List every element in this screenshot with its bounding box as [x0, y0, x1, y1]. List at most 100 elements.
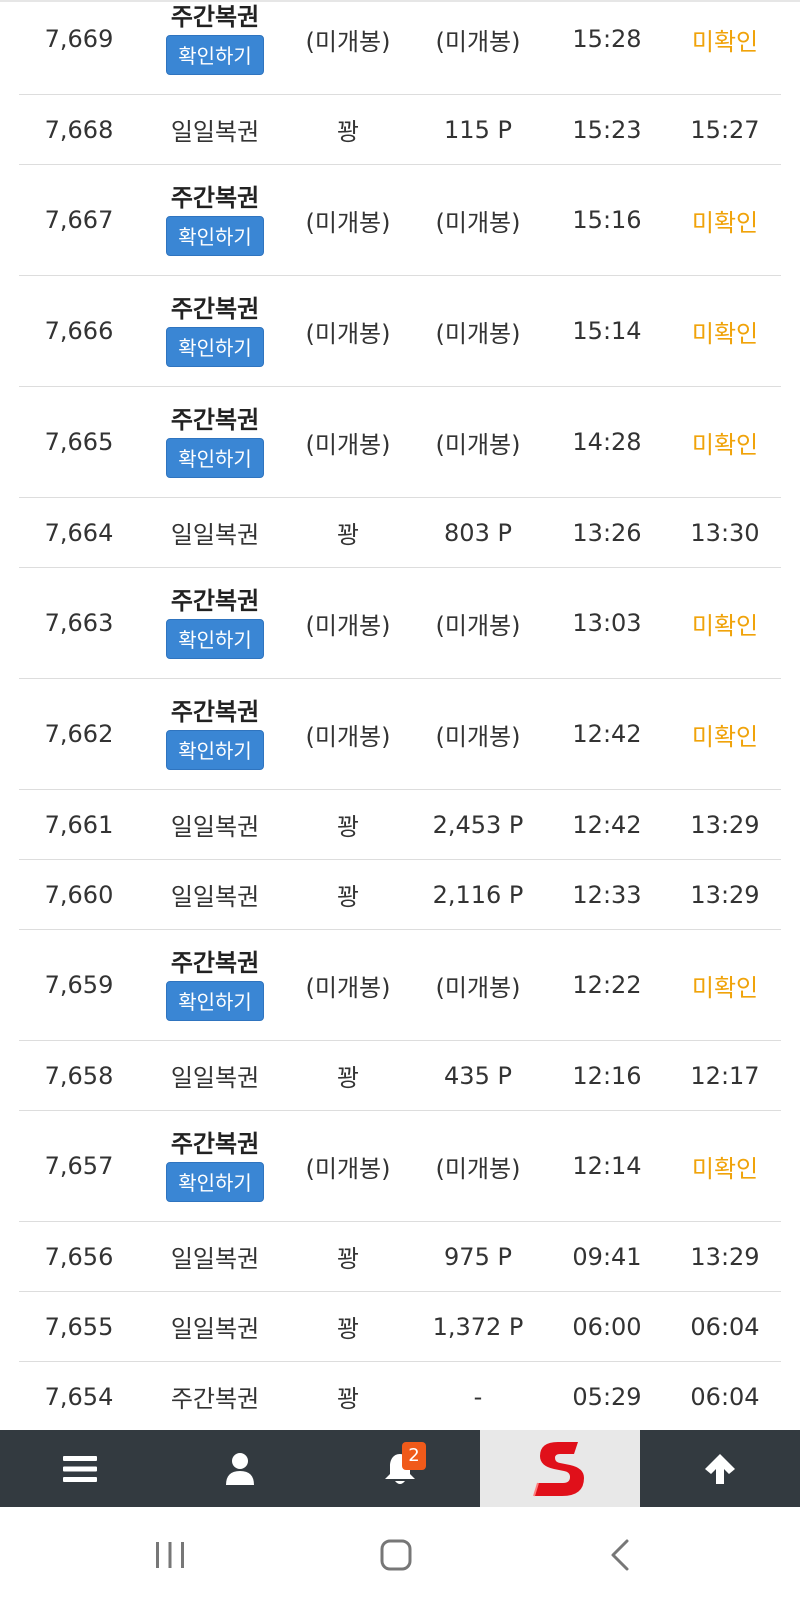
recent-apps-button[interactable]	[110, 1507, 230, 1602]
back-button[interactable]	[560, 1507, 680, 1602]
result-cell: (미개봉)	[305, 208, 391, 237]
checked-time: 13:29	[690, 1242, 760, 1271]
lottery-type-cell: 주간복권확인하기	[145, 930, 285, 1040]
lottery-type: 주간복권	[170, 406, 260, 434]
lottery-type-cell: 주간복권	[145, 1362, 285, 1430]
table-row: 7,666 주간복권 확인하기 (미개봉) (미개봉) 15:14 미확인	[19, 276, 781, 387]
points-cell: (미개봉)	[435, 611, 521, 640]
points-cell: 2,453 P	[432, 810, 524, 839]
lottery-type: 주간복권	[170, 587, 260, 615]
checked-time: 12:17	[690, 1061, 760, 1090]
table-row: 7,664 일일복권 꽝 803 P 13:26 13:30	[19, 498, 781, 568]
checked-time: 미확인	[691, 973, 759, 1002]
logo-s-icon	[533, 1441, 584, 1496]
points-cell: 975 P	[444, 1242, 512, 1271]
back-icon	[611, 1539, 629, 1570]
lottery-type-cell: 주간복권확인하기	[145, 2, 285, 94]
menu-button[interactable]	[0, 1430, 160, 1507]
table-row: 7,667 주간복권 확인하기 (미개봉) (미개봉) 15:16 미확인	[19, 165, 781, 276]
row-number: 7,654	[44, 1382, 114, 1411]
table-row: 7,660 일일복권 꽝 2,116 P 12:33 13:29	[19, 860, 781, 930]
result-cell: (미개봉)	[305, 430, 391, 459]
lottery-type: 일일복권	[170, 1315, 260, 1343]
lottery-type: 일일복권	[170, 813, 260, 841]
lottery-type: 주간복권	[170, 949, 260, 977]
row-number: 7,657	[44, 1152, 114, 1180]
checked-time: 미확인	[691, 611, 759, 640]
lottery-type-cell: 주간복권확인하기	[145, 165, 285, 275]
lottery-type: 주간복권	[170, 295, 260, 323]
confirm-button[interactable]: 확인하기	[166, 730, 264, 770]
table-row: 7,658 일일복권 꽝 435 P 12:16 12:17	[19, 1041, 781, 1111]
points-cell: (미개봉)	[435, 319, 521, 348]
confirm-button[interactable]: 확인하기	[166, 981, 264, 1021]
result-cell: (미개봉)	[305, 973, 391, 1002]
issued-time: 12:42	[572, 720, 642, 748]
table-row: 7,661 일일복권 꽝 2,453 P 12:42 13:29	[19, 790, 781, 860]
notifications-button[interactable]: 2	[320, 1430, 480, 1507]
lottery-type: 주간복권	[170, 3, 260, 31]
result-cell: (미개봉)	[305, 1154, 391, 1183]
lottery-type: 일일복권	[170, 1064, 260, 1092]
row-number: 7,667	[44, 206, 114, 234]
lottery-type: 주간복권	[170, 184, 260, 212]
confirm-button[interactable]: 확인하기	[166, 35, 264, 75]
issued-time: 15:23	[572, 115, 642, 144]
issued-time: 13:26	[572, 518, 642, 547]
checked-time: 13:29	[690, 880, 760, 909]
points-cell: 1,372 P	[432, 1312, 524, 1341]
points-cell: 2,116 P	[432, 880, 524, 909]
checked-time: 미확인	[691, 319, 759, 348]
lottery-type: 일일복권	[170, 521, 260, 549]
table-row: 7,655 일일복권 꽝 1,372 P 06:00 06:04	[19, 1292, 781, 1362]
lottery-type-cell: 주간복권확인하기	[145, 387, 285, 497]
confirm-button[interactable]: 확인하기	[166, 327, 264, 367]
result-cell: (미개봉)	[305, 722, 391, 751]
lottery-type-cell: 일일복권	[145, 95, 285, 164]
points-cell: (미개봉)	[435, 208, 521, 237]
recent-apps-icon	[156, 1541, 184, 1568]
row-number: 7,664	[44, 518, 114, 547]
issued-time: 12:14	[572, 1152, 642, 1180]
lottery-type: 일일복권	[170, 883, 260, 911]
issued-time: 12:42	[572, 810, 642, 839]
row-number: 7,661	[44, 810, 114, 839]
lottery-type-cell: 일일복권	[145, 790, 285, 859]
result-cell: (미개봉)	[305, 319, 391, 348]
result-cell: 꽝	[336, 1064, 360, 1092]
issued-time: 12:16	[572, 1061, 642, 1090]
row-number: 7,659	[44, 971, 114, 999]
lottery-type-cell: 주간복권확인하기	[145, 568, 285, 678]
notification-badge: 2	[402, 1442, 426, 1470]
points-cell: 435 P	[444, 1061, 512, 1090]
row-number: 7,662	[44, 720, 114, 748]
logo-button[interactable]	[480, 1430, 640, 1507]
issued-time: 15:16	[572, 206, 642, 234]
profile-button[interactable]	[160, 1430, 320, 1507]
home-icon	[380, 1539, 412, 1570]
row-number: 7,669	[44, 25, 114, 53]
confirm-button[interactable]: 확인하기	[166, 438, 264, 478]
issued-time: 12:22	[572, 971, 642, 999]
confirm-button[interactable]: 확인하기	[166, 1162, 264, 1202]
points-cell: (미개봉)	[435, 1154, 521, 1183]
lottery-history-list[interactable]: 7,669 주간복권 확인하기 (미개봉) (미개봉) 15:28 미확인 7,668 일일복권…	[0, 0, 800, 1430]
lottery-type: 주간복권	[170, 1130, 260, 1158]
confirm-button[interactable]: 확인하기	[166, 619, 264, 659]
table-row: 7,659 주간복권 확인하기 (미개봉) (미개봉) 12:22 미확인	[19, 930, 781, 1041]
home-button[interactable]	[336, 1507, 456, 1602]
row-number: 7,655	[44, 1312, 114, 1341]
issued-time: 14:28	[572, 428, 642, 456]
table-row: 7,668 일일복권 꽝 115 P 15:23 15:27	[19, 95, 781, 165]
checked-time: 13:30	[690, 518, 760, 547]
points-cell: -	[473, 1382, 483, 1411]
confirm-button[interactable]: 확인하기	[166, 216, 264, 256]
lottery-type-cell: 일일복권	[145, 1292, 285, 1361]
result-cell: 꽝	[336, 1245, 360, 1273]
result-cell: (미개봉)	[305, 611, 391, 640]
points-cell: 115 P	[444, 115, 512, 144]
lottery-type-cell: 일일복권	[145, 498, 285, 567]
checked-time: 미확인	[691, 1154, 759, 1183]
scroll-top-button[interactable]	[640, 1430, 800, 1507]
lottery-type: 주간복권	[170, 1385, 260, 1413]
